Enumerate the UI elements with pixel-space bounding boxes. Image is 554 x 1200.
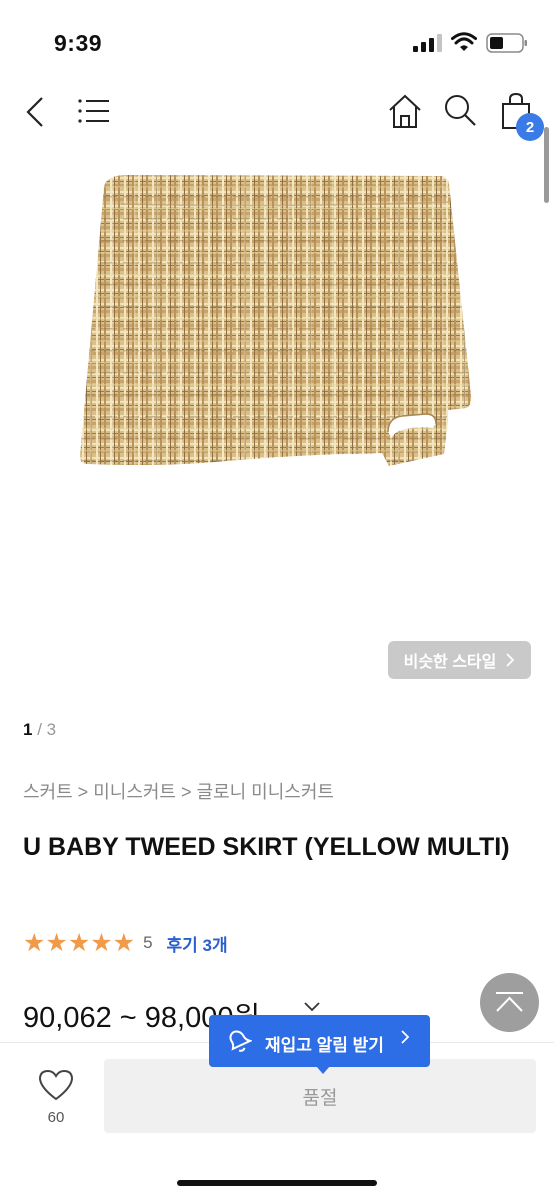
top-navigation [0,88,554,138]
back-icon[interactable] [24,96,46,128]
battery-icon [486,33,527,53]
home-icon[interactable] [388,93,422,129]
wishlist-button[interactable]: 60 [36,1068,76,1126]
restock-alert-label: 재입고 알림 받기 [265,1036,384,1055]
breadcrumb[interactable]: 스커트 > 미니스커트 > 글로니 미니스커트 [23,778,334,804]
cellular-signal-icon [413,34,442,52]
home-indicator [177,1180,377,1186]
similar-style-button[interactable]: 비슷한 스타일 [388,641,531,679]
pager-separator: / [37,720,42,739]
pager-total: 3 [46,720,57,739]
restock-alert-button[interactable]: 재입고 알림 받기 [209,1015,430,1067]
rating-count: 5 [143,933,153,952]
chevron-right-icon [506,653,515,667]
scroll-indicator [544,127,549,203]
image-pager: 1 / 3 [23,720,56,740]
heart-icon [38,1069,74,1101]
status-bar: 9:39 [0,0,554,88]
rating-row: ★★★★★ 5 후기 3개 [23,929,228,957]
reviews-link[interactable]: 후기 3개 [167,931,228,956]
status-time: 9:39 [54,30,103,56]
product-title: U BABY TWEED SKIRT (YELLOW MULTI) [23,833,510,861]
arrow-up-icon [496,992,523,1012]
rating-stars: ★★★★★ [23,929,136,957]
similar-style-label: 비슷한 스타일 [403,654,497,671]
bell-icon [229,1030,252,1052]
chevron-down-icon[interactable] [303,1001,321,1013]
product-image[interactable] [76,170,476,480]
wishlist-count: 60 [47,1109,65,1126]
scroll-to-top-button[interactable] [480,973,539,1032]
wifi-icon [451,32,477,51]
search-icon[interactable] [443,93,477,129]
chevron-right-icon [401,1030,410,1044]
pager-current: 1 [23,720,33,739]
cart-count-badge: 2 [516,113,544,141]
tooltip-pointer [316,1066,330,1074]
menu-icon[interactable] [78,98,110,124]
